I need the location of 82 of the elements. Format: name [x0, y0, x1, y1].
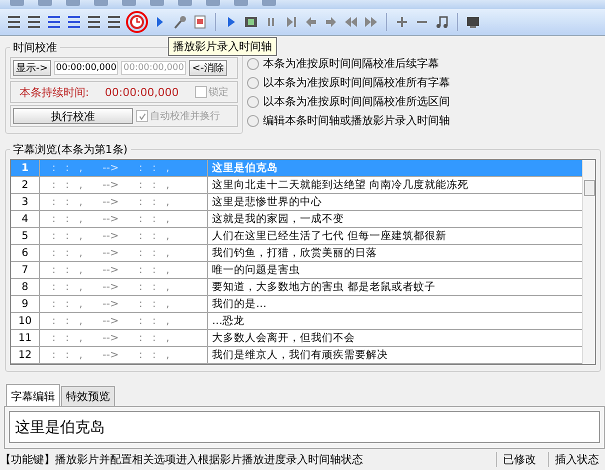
document-icon[interactable]	[192, 14, 208, 30]
status-mode: 插入状态	[548, 452, 605, 467]
subtitle-text: 我们是维京人，我们有顽疾需要解决	[211, 348, 388, 362]
duration-label: 本条持续时间:	[19, 84, 90, 100]
row-number: 12	[11, 347, 40, 363]
subtitle-text: 这里是伯克岛	[211, 161, 278, 175]
subtitle-row[interactable]: 6 : : , --> : : , 我们钓鱼，打猎，欣赏美丽的日落	[11, 245, 582, 262]
time-field[interactable]: 00:00:00,000	[54, 61, 118, 75]
row-number: 7	[11, 262, 40, 278]
fast-forward-icon[interactable]	[363, 14, 379, 30]
row-number: 4	[11, 211, 40, 227]
status-hint: 【功能键】播放影片并配置相关选项进入根据影片播放进度录入时间轴状态	[0, 452, 364, 467]
subtitle-row[interactable]: 7 : : , --> : : , 唯一的问题是害虫	[11, 262, 582, 279]
row-number: 1	[11, 160, 40, 176]
list-icon[interactable]	[26, 14, 42, 30]
row-number: 9	[11, 296, 40, 312]
subtitle-row[interactable]: 2 : : , --> : : , 这里向北走十二天就能到达绝望 向南冷几度就能冻死	[11, 177, 582, 194]
rows-icon[interactable]	[66, 14, 82, 30]
subtitle-row[interactable]: 11 : : , --> : : , 大多数人会离开，但我们不会	[11, 330, 582, 347]
mode-radio[interactable]: 以本条为准按原时间间隔校准所有字幕	[247, 75, 450, 90]
rows-icon[interactable]	[86, 14, 102, 30]
subtitle-text: …恐龙	[211, 314, 244, 328]
subtitle-input[interactable]: 这里是伯克岛	[9, 411, 600, 443]
timing-cell: : : , --> : : ,	[40, 194, 208, 210]
mode-radio[interactable]: 以本条为准按原时间间隔校准所选区间	[247, 94, 450, 109]
right-arrow-icon[interactable]	[323, 14, 339, 30]
row-number: 3	[11, 194, 40, 210]
status-modified: 已修改	[496, 452, 542, 467]
timing-cell: : : , --> : : ,	[40, 177, 208, 193]
rows-icon[interactable]	[46, 14, 62, 30]
row-number: 6	[11, 245, 40, 261]
subtitle-row[interactable]: 9 : : , --> : : , 我们的是…	[11, 296, 582, 313]
microphone-icon[interactable]	[172, 14, 188, 30]
timing-cell: : : , --> : : ,	[40, 228, 208, 244]
timing-cell: : : , --> : : ,	[40, 245, 208, 261]
tooltip: 播放影片录入时间轴	[168, 37, 277, 56]
subtitle-text: 这就是我的家园，一成不变	[211, 212, 344, 226]
plus-icon[interactable]	[394, 14, 410, 30]
timing-cell: : : , --> : : ,	[40, 330, 208, 346]
tab[interactable]: 特效预览	[61, 386, 115, 406]
subtitle-text: 大多数人会离开，但我们不会	[211, 331, 355, 345]
subtitle-row[interactable]: 12 : : , --> : : , 我们是维京人，我们有顽疾需要解决	[11, 347, 582, 364]
scrollbar[interactable]	[582, 160, 595, 364]
timing-cell: : : , --> : : ,	[40, 347, 208, 363]
monitor-icon[interactable]	[465, 14, 481, 30]
timing-cell: : : , --> : : ,	[40, 160, 208, 176]
subtitle-row[interactable]: 8 : : , --> : : , 要知道，大多数地方的害虫 都是老鼠或者蚊子	[11, 279, 582, 296]
subtitle-text: 人们在这里已经生活了七代 但每一座建筑都很新	[211, 229, 446, 243]
timing-cell: : : , --> : : ,	[40, 211, 208, 227]
subtitle-text: 这里是悲惨世界的中心	[211, 195, 322, 209]
music-note-icon[interactable]	[434, 14, 450, 30]
mode-radio[interactable]: 本条为准按原时间间隔校准后续字幕	[247, 56, 450, 71]
row-number: 11	[11, 330, 40, 346]
subtitle-text: 要知道，大多数地方的害虫 都是老鼠或者蚊子	[211, 280, 436, 294]
timing-cell: : : , --> : : ,	[40, 279, 208, 295]
row-number: 5	[11, 228, 40, 244]
rewind-icon[interactable]	[343, 14, 359, 30]
timing-cell: : : , --> : : ,	[40, 296, 208, 312]
display-button[interactable]: 显示->	[13, 60, 51, 76]
subtitle-text: 唯一的问题是害虫	[211, 263, 300, 277]
subtitle-text: 这里向北走十二天就能到达绝望 向南冷几度就能冻死	[211, 178, 468, 192]
run-calibration-button[interactable]: 执行校准	[13, 108, 133, 124]
subtitle-row[interactable]: 3 : : , --> : : , 这里是悲惨世界的中心	[11, 194, 582, 211]
subtitle-row[interactable]: 4 : : , --> : : , 这就是我的家园，一成不变	[11, 211, 582, 228]
subtitle-text: 我们的是…	[211, 297, 266, 311]
subtitle-row[interactable]: 10 : : , --> : : , …恐龙	[11, 313, 582, 330]
mode-radio[interactable]: 编辑本条时间轴或播放影片录入时间轴	[247, 113, 450, 128]
duration-value: 00:00:00,000	[104, 86, 179, 98]
timing-cell: : : , --> : : ,	[40, 313, 208, 329]
row-number: 8	[11, 279, 40, 295]
row-number: 10	[11, 313, 40, 329]
clear-button[interactable]: <-消除	[188, 60, 227, 76]
group-title: 时间校准	[12, 40, 58, 55]
checkmark-icon	[138, 112, 146, 120]
tab[interactable]: 字幕编辑	[6, 384, 60, 406]
row-number: 2	[11, 177, 40, 193]
subtitle-text: 我们钓鱼，打猎，欣赏美丽的日落	[211, 246, 377, 260]
group-title: 字幕浏览(本条为第1条)	[12, 142, 129, 157]
rows-icon[interactable]	[106, 14, 122, 30]
timing-cell: : : , --> : : ,	[40, 262, 208, 278]
list-icon[interactable]	[6, 14, 22, 30]
subtitle-row[interactable]: 5 : : , --> : : , 人们在这里已经生活了七代 但每一座建筑都很新	[11, 228, 582, 245]
